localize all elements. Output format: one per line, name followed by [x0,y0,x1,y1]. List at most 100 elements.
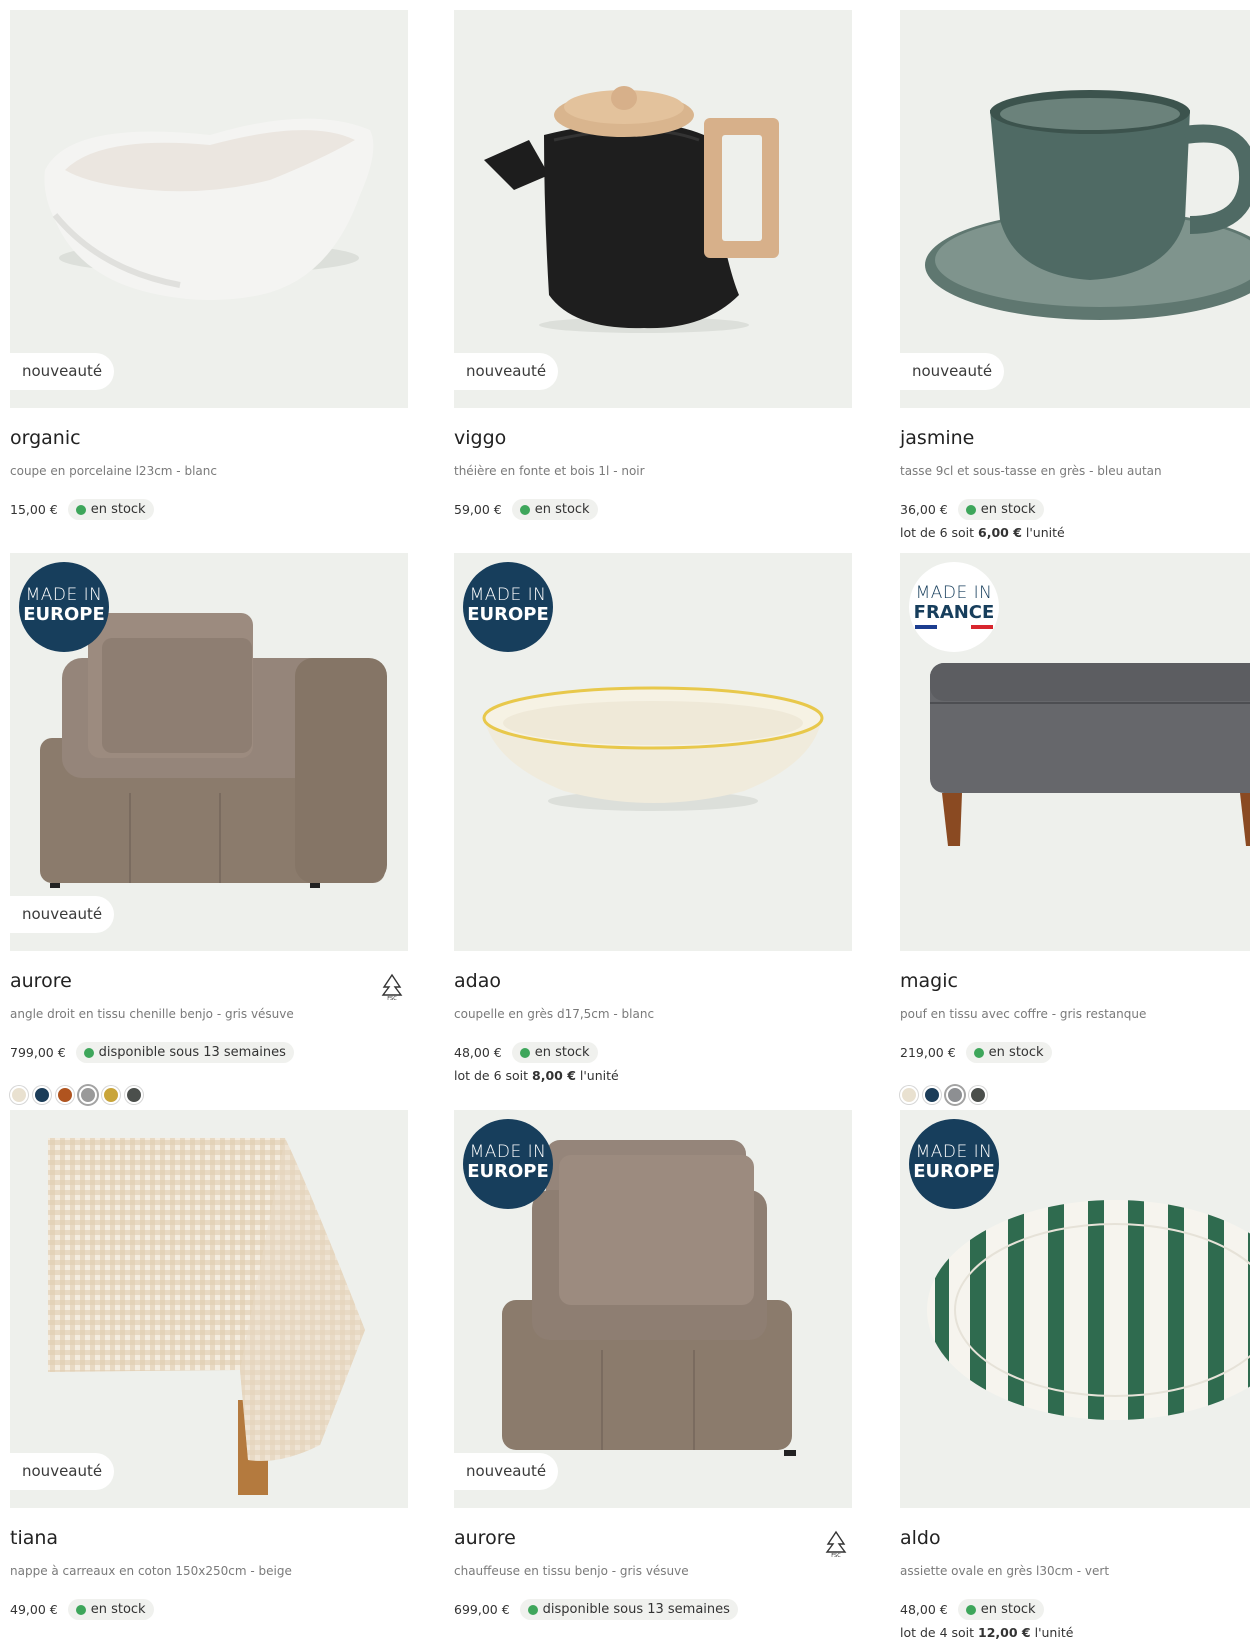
product-price: 48,00 € [900,1602,948,1617]
lot-unit-price: 8,00 € [532,1068,576,1083]
product-name[interactable]: aurore [454,1527,516,1549]
product-description: chauffeuse en tissu benjo - gris vésuve [454,1564,689,1578]
product-name[interactable]: adao [454,970,501,992]
made-in-europe-badge: MADE IN EUROPE [463,1119,553,1209]
product-description: tasse 9cl et sous-tasse en grès - bleu a… [900,464,1162,478]
color-swatch[interactable] [900,1086,918,1104]
teapot-image [484,86,779,333]
product-price: 36,00 € [900,502,948,517]
lot-suffix: l'unité [1021,525,1065,540]
product-image[interactable]: MADE IN EUROPE nouveauté [10,553,408,951]
made-in-label: MADE IN [469,585,547,605]
price-row: 219,00 € en stock [900,1042,1052,1063]
product-image[interactable]: nouveauté [10,10,408,408]
color-swatches [10,1086,143,1104]
product-card[interactable]: nouveauté viggo théière en fonte et bois… [454,10,852,520]
stock-status: en stock [965,1042,1052,1063]
made-in-europe-badge: MADE IN EUROPE [463,562,553,652]
stock-label: en stock [988,1045,1044,1060]
lot-prefix: lot de 4 soit [900,1625,979,1640]
made-in-label: MADE IN [25,585,103,605]
made-in-europe-badge: MADE IN EUROPE [19,562,109,652]
stock-status: en stock [67,499,154,520]
product-price: 219,00 € [900,1045,956,1060]
product-image[interactable]: MADE IN EUROPE nouveauté [454,1110,852,1508]
product-card[interactable]: nouveauté organic coupe en porcelaine l2… [10,10,408,520]
stock-dot-icon [965,504,976,515]
product-image[interactable]: MADE IN FRANCE [900,553,1250,951]
price-row: 48,00 € en stock [454,1042,598,1063]
color-swatch[interactable] [33,1086,51,1104]
lot-unit-price: 6,00 € [978,525,1022,540]
stock-status: en stock [957,1599,1044,1620]
stock-status: en stock [957,499,1044,520]
color-swatch[interactable] [946,1086,964,1104]
product-name[interactable]: tiana [10,1527,58,1549]
product-name[interactable]: jasmine [900,427,974,449]
product-image[interactable]: MADE IN EUROPE [900,1110,1250,1508]
product-name[interactable]: viggo [454,427,506,449]
french-flag-icon [909,625,999,629]
color-swatch[interactable] [10,1086,28,1104]
lot-suffix: l'unité [1030,1625,1074,1640]
product-card[interactable]: MADE IN EUROPE nouveauté aurore FSC chau… [454,1110,852,1620]
made-in-europe-badge: MADE IN EUROPE [909,1119,999,1209]
product-card[interactable]: nouveauté tiana nappe à carreaux en coto… [10,1110,408,1620]
product-name[interactable]: organic [10,427,81,449]
color-swatch[interactable] [923,1086,941,1104]
stock-dot-icon [75,504,86,515]
price-row: 699,00 € disponible sous 13 semaines [454,1599,738,1620]
made-in-region: EUROPE [467,1161,549,1182]
new-badge: nouveauté [454,1453,559,1490]
product-description: assiette ovale en grès l30cm - vert [900,1564,1110,1578]
color-swatch[interactable] [969,1086,987,1104]
product-name[interactable]: aurore [10,970,72,992]
lot-prefix: lot de 6 soit [454,1068,533,1083]
made-in-region: EUROPE [23,604,105,625]
new-badge: nouveauté [10,1453,115,1490]
new-badge: nouveauté [10,353,115,390]
price-row: 49,00 € en stock [10,1599,154,1620]
lot-info: lot de 6 soit 8,00 € l'unité [454,1068,619,1083]
stock-label: en stock [90,502,146,517]
stock-dot-icon [83,1047,94,1058]
svg-text:FSC: FSC [831,1553,841,1558]
product-description: coupelle en grès d17,5cm - blanc [454,1007,655,1021]
product-price: 799,00 € [10,1045,66,1060]
product-card[interactable]: MADE IN EUROPE nouveauté aurore FSC angl… [10,553,408,1104]
product-name[interactable]: magic [900,970,958,992]
product-card[interactable]: MADE IN FRANCE magic pouf en tissu avec … [900,553,1250,1104]
product-price: 49,00 € [10,1602,58,1617]
stock-dot-icon [519,504,530,515]
product-card[interactable]: MADE IN EUROPE aldo assiette ovale en gr… [900,1110,1250,1640]
made-in-label: MADE IN [915,583,993,603]
product-image[interactable]: MADE IN EUROPE [454,553,852,951]
stock-status: en stock [67,1599,154,1620]
new-badge: nouveauté [900,353,1005,390]
product-price: 59,00 € [454,502,502,517]
color-swatch[interactable] [102,1086,120,1104]
fsc-tree-icon: FSC [825,1530,847,1558]
product-card[interactable]: MADE IN EUROPE adao coupelle en grès d17… [454,553,852,1083]
product-price: 699,00 € [454,1602,510,1617]
product-description: nappe à carreaux en coton 150x250cm - be… [10,1564,292,1578]
price-row: 48,00 € en stock [900,1599,1044,1620]
product-image[interactable]: nouveauté [10,1110,408,1508]
product-image[interactable]: nouveauté [454,10,852,408]
color-swatch[interactable] [79,1086,97,1104]
product-description: coupe en porcelaine l23cm - blanc [10,464,217,478]
lot-info: lot de 6 soit 6,00 € l'unité [900,525,1065,540]
price-row: 15,00 € en stock [10,499,154,520]
product-card[interactable]: nouveauté jasmine tasse 9cl et sous-tass… [900,10,1250,540]
stock-dot-icon [973,1047,984,1058]
product-image[interactable]: nouveauté [900,10,1250,408]
tablecloth-image [48,1138,365,1495]
product-description: pouf en tissu avec coffre - gris restanq… [900,1007,1147,1021]
color-swatch[interactable] [56,1086,74,1104]
product-description: théière en fonte et bois 1l - noir [454,464,645,478]
made-in-region: FRANCE [913,602,995,623]
color-swatch[interactable] [125,1086,143,1104]
made-in-label: MADE IN [915,1142,993,1162]
product-name[interactable]: aldo [900,1527,941,1549]
price-row: 59,00 € en stock [454,499,598,520]
